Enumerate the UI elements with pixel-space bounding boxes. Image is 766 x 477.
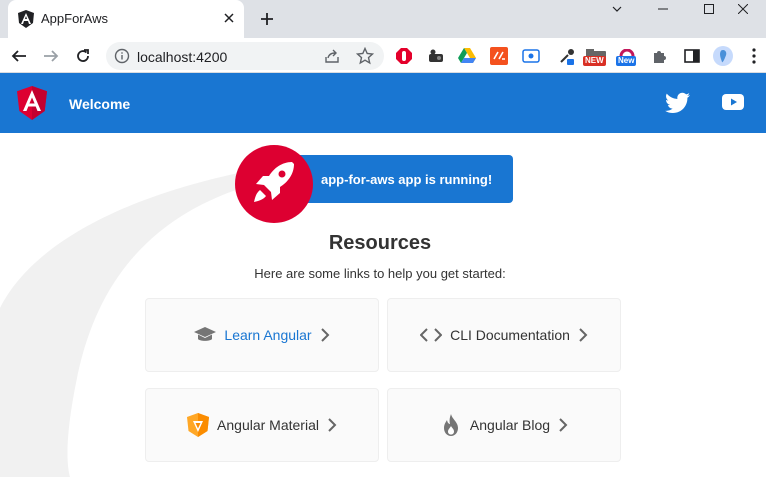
learn-angular-card[interactable]: Learn Angular: [145, 298, 379, 372]
share-icon[interactable]: [324, 48, 340, 64]
kebab-menu-icon[interactable]: [744, 46, 764, 66]
card-label: Learn Angular: [224, 327, 312, 343]
app-toolbar: Welcome: [0, 73, 766, 133]
tab-title: AppForAws: [41, 11, 108, 26]
angular-blog-card[interactable]: Angular Blog: [387, 388, 621, 462]
angular-material-card[interactable]: Angular Material: [145, 388, 379, 462]
screen-capture-icon[interactable]: [521, 46, 541, 66]
tab-close-icon[interactable]: [220, 9, 238, 27]
cli-documentation-card[interactable]: CLI Documentation: [387, 298, 621, 372]
card-label: CLI Documentation: [450, 327, 570, 343]
main-content: app-for-aws app is running! Resources He…: [0, 133, 766, 477]
color-picker-icon[interactable]: [557, 46, 577, 66]
browser-tabstrip: AppForAws: [0, 0, 766, 38]
header-title: Welcome: [69, 96, 131, 112]
youtube-icon[interactable]: [722, 93, 744, 111]
browser-toolbar: localhost:4200 NEW New: [0, 38, 766, 73]
card-label: Angular Material: [217, 417, 319, 433]
twitter-icon[interactable]: [665, 92, 690, 114]
camera-extension-icon[interactable]: [426, 46, 446, 66]
new-badge: New: [616, 56, 637, 66]
angular-favicon-icon: [18, 10, 34, 28]
graduation-cap-icon: [193, 323, 217, 347]
chevron-right-icon: [559, 418, 568, 432]
chevron-right-icon: [320, 328, 330, 342]
code-extension-icon[interactable]: [489, 46, 509, 66]
minimize-icon[interactable]: [640, 0, 686, 18]
url-text: localhost:4200: [137, 49, 228, 65]
profile-avatar[interactable]: [713, 46, 733, 66]
address-bar[interactable]: localhost:4200: [106, 42, 384, 70]
resources-title: Resources: [328, 232, 432, 254]
info-icon[interactable]: [114, 48, 130, 64]
card-label: Angular Blog: [469, 417, 551, 433]
folder-extension-icon[interactable]: NEW: [583, 46, 606, 66]
browser-tab[interactable]: AppForAws: [8, 0, 244, 38]
new-badge: NEW: [583, 56, 606, 66]
reload-icon[interactable]: [71, 44, 95, 68]
resources-subtitle: Here are some links to help you get star…: [254, 266, 506, 281]
forward-icon[interactable]: [39, 44, 63, 68]
close-window-icon[interactable]: [720, 0, 766, 18]
new-tab-icon[interactable]: [257, 9, 277, 29]
rocket-badge: [235, 145, 313, 223]
flame-icon: [439, 413, 463, 437]
chevron-right-icon: [328, 418, 337, 432]
theme-extension-icon[interactable]: New: [616, 46, 637, 66]
back-icon[interactable]: [7, 44, 31, 68]
adblock-extension-icon[interactable]: [394, 46, 414, 66]
extensions-puzzle-icon[interactable]: [650, 46, 670, 66]
google-drive-icon[interactable]: [457, 46, 477, 66]
angular-logo-icon: [17, 86, 47, 120]
bookmark-star-icon[interactable]: [356, 47, 374, 65]
angular-material-icon: [186, 413, 210, 437]
code-brackets-icon: [419, 323, 443, 347]
app-running-text: app-for-aws app is running!: [321, 172, 493, 187]
rocket-icon: [254, 162, 294, 202]
side-panel-icon[interactable]: [682, 46, 702, 66]
chevron-down-icon[interactable]: [594, 0, 640, 18]
chevron-right-icon: [579, 328, 588, 342]
